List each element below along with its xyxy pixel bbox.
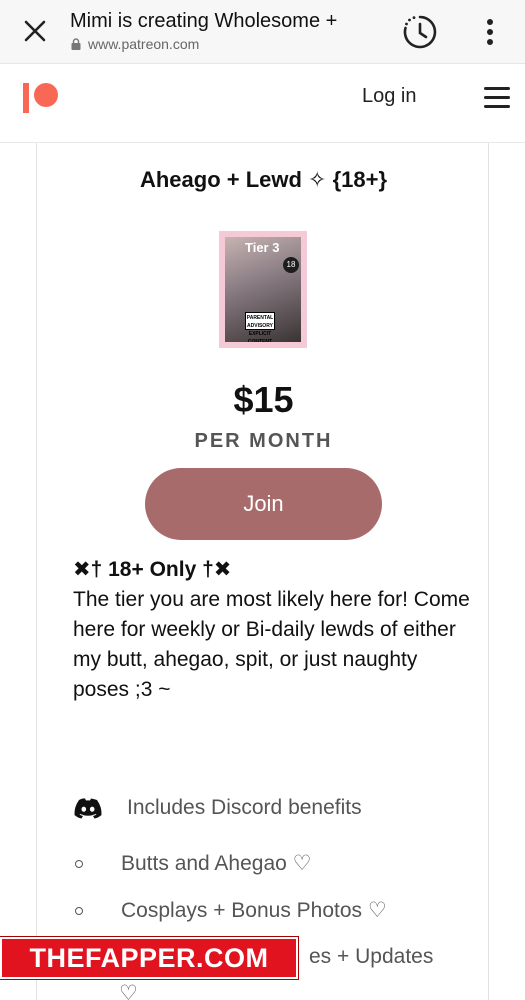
- tier-description: ✖† 18+ Only †✖ The tier you are most lik…: [73, 555, 473, 705]
- benefit-item: Cosplays + Bonus Photos ♡: [73, 898, 483, 923]
- bullet-icon: [75, 859, 83, 868]
- benefit-label: es + Updates: [309, 945, 434, 968]
- age-badge: 18: [283, 257, 299, 273]
- benefit-item: Butts and Ahegao ♡: [73, 851, 483, 876]
- history-icon[interactable]: [400, 12, 440, 52]
- tier-period: PER MONTH: [194, 430, 333, 452]
- description-body: The tier you are most likely here for! C…: [73, 588, 470, 701]
- tier-image-photo: Tier 3 18 PARENTAL ADVISORY EXPLICIT CON…: [225, 237, 301, 342]
- browser-toolbar: Mimi is creating Wholesome + www.patreon…: [0, 0, 525, 64]
- url-text: www.patreon.com: [88, 36, 200, 52]
- url-row: www.patreon.com: [70, 36, 380, 52]
- patreon-logo-icon[interactable]: [22, 81, 62, 115]
- tier-name: Aheago + Lewd ✧ {18+}: [139, 167, 388, 192]
- tier-image-label: Tier 3: [245, 240, 280, 255]
- benefit-label: Cosplays + Bonus Photos ♡: [121, 899, 387, 922]
- page-title: Mimi is creating Wholesome +: [70, 10, 338, 32]
- tier-card: Aheago + Lewd ✧ {18+} Tier 3 18 PARENTAL…: [36, 143, 489, 1000]
- hamburger-menu-icon[interactable]: [484, 87, 510, 109]
- discord-benefit: Includes Discord benefits: [73, 793, 483, 823]
- description-heading: ✖† 18+ Only †✖: [73, 558, 232, 581]
- tier-price: $15: [233, 379, 294, 420]
- browser-title-area: Mimi is creating Wholesome + www.patreon…: [70, 8, 380, 52]
- parental-advisory-logo: PARENTAL ADVISORY EXPLICIT CONTENT: [245, 312, 275, 342]
- more-options-icon[interactable]: [478, 14, 502, 50]
- tier-image: Tier 3 18 PARENTAL ADVISORY EXPLICIT CON…: [219, 231, 307, 348]
- close-icon[interactable]: [20, 16, 50, 46]
- benefit-item: ♡: [73, 981, 483, 1000]
- benefit-label: ♡: [119, 982, 138, 1000]
- benefit-label: Butts and Ahegao ♡: [121, 852, 312, 875]
- bullet-icon: [75, 906, 83, 915]
- discord-icon: [74, 798, 102, 819]
- lock-icon: [71, 38, 81, 50]
- join-button[interactable]: Join: [145, 468, 382, 540]
- site-header: Log in: [0, 65, 525, 143]
- discord-benefit-label: Includes Discord benefits: [127, 796, 362, 819]
- watermark-logo: THEFAPPER.COM: [0, 937, 298, 979]
- login-link[interactable]: Log in: [362, 85, 417, 108]
